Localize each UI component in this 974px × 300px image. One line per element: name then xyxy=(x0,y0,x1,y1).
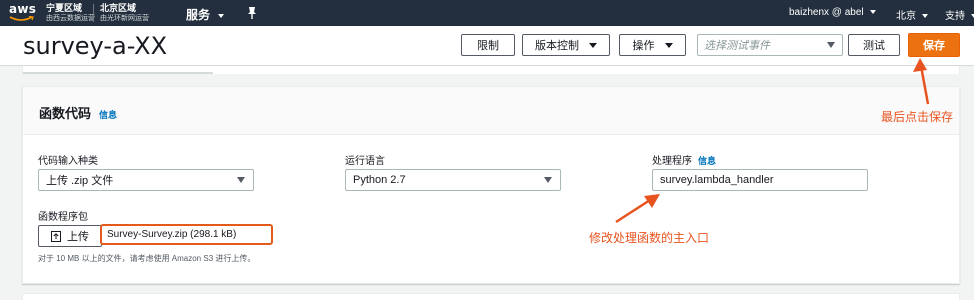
handler-info-link[interactable]: 信息 xyxy=(698,156,716,166)
chevron-down-icon xyxy=(589,42,597,48)
region-ningxia-operator: 由西云数据运营 xyxy=(46,15,95,22)
function-code-title: 函数代码 信息 xyxy=(39,103,117,122)
actions-label: 操作 xyxy=(632,40,655,52)
chevron-down-icon xyxy=(922,14,928,19)
function-code-info-link[interactable]: 信息 xyxy=(99,110,117,120)
chevron-down-icon xyxy=(237,177,245,183)
user-label: baizhenx @ abel xyxy=(789,7,864,18)
next-panel xyxy=(22,293,960,300)
runtime-label: 运行语言 xyxy=(345,156,385,167)
save-annotation: 最后点击保存 xyxy=(881,110,954,124)
function-code-title-text: 函数代码 xyxy=(39,106,92,121)
chevron-down-icon xyxy=(218,13,225,18)
aws-logo[interactable]: aws xyxy=(9,3,39,23)
handler-value: survey.lambda_handler xyxy=(660,174,774,186)
code-entry-select[interactable]: 上传 .zip 文件 xyxy=(38,169,254,191)
services-label: 服务 xyxy=(186,8,211,22)
designer-panel-bottom xyxy=(22,66,960,74)
actions-button[interactable]: 操作 xyxy=(619,34,686,56)
handler-input[interactable]: survey.lambda_handler xyxy=(652,169,868,191)
upload-icon xyxy=(51,230,61,242)
version-control-label: 版本控制 xyxy=(535,40,579,52)
region-ningxia-name: 宁夏区域 xyxy=(46,3,83,13)
services-menu[interactable]: 服务 xyxy=(186,6,225,23)
region-beijing-operator: 由光环新网运营 xyxy=(100,15,149,22)
save-button[interactable]: 保存 xyxy=(908,33,960,57)
runtime-select[interactable]: Python 2.7 xyxy=(345,169,561,191)
aws-smile-icon xyxy=(9,16,34,21)
chevron-down-icon xyxy=(827,42,835,48)
upload-size-hint: 对于 10 MB 以上的文件，请考虑使用 Amazon S3 进行上传。 xyxy=(38,254,256,263)
region-menu[interactable]: 北京 xyxy=(896,7,928,22)
page-title: survey-a-XX xyxy=(23,32,168,60)
region-label: 北京 xyxy=(896,11,916,22)
throttle-label: 限制 xyxy=(477,40,499,52)
handler-label: 处理程序 信息 xyxy=(652,152,716,167)
region-ningxia[interactable]: 宁夏区域 由西云数据运营 xyxy=(46,3,95,23)
aws-logo-text: aws xyxy=(9,2,37,16)
pin-icon[interactable] xyxy=(246,6,258,20)
support-label: 支持 xyxy=(945,11,965,22)
upload-label: 上传 xyxy=(67,231,89,243)
chevron-down-icon xyxy=(544,177,552,183)
top-nav: aws 宁夏区域 由西云数据运营 北京区域 由光环新网运营 服务 baizhen… xyxy=(0,0,974,26)
code-entry-label: 代码输入种类 xyxy=(38,156,98,167)
test-event-placeholder: 选择测试事件 xyxy=(704,40,770,52)
region-beijing-name: 北京区域 xyxy=(100,3,137,13)
upload-button[interactable]: 上传 xyxy=(38,225,102,247)
handler-annotation: 修改处理函数的主入口 xyxy=(589,231,710,245)
handler-label-text: 处理程序 xyxy=(652,156,692,167)
chevron-down-icon xyxy=(664,42,673,48)
function-code-panel-header: 函数代码 信息 xyxy=(23,87,959,135)
support-menu[interactable]: 支持 xyxy=(945,7,974,22)
test-event-select[interactable]: 选择测试事件 xyxy=(697,34,843,56)
test-label: 测试 xyxy=(863,40,885,52)
version-control-button[interactable]: 版本控制 xyxy=(522,34,610,56)
throttle-button[interactable]: 限制 xyxy=(461,34,515,56)
uploaded-file-name: Survey-Survey.zip (298.1 kB) xyxy=(100,224,273,245)
user-menu[interactable]: baizhenx @ abel xyxy=(789,7,876,18)
nav-divider xyxy=(93,4,94,22)
runtime-value: Python 2.7 xyxy=(353,174,406,186)
chevron-down-icon xyxy=(869,10,876,15)
panel-divider xyxy=(23,72,213,74)
region-beijing[interactable]: 北京区域 由光环新网运营 xyxy=(100,3,149,23)
package-label: 函数程序包 xyxy=(38,212,88,223)
save-label: 保存 xyxy=(923,40,945,52)
code-entry-value: 上传 .zip 文件 xyxy=(46,175,114,187)
test-button[interactable]: 测试 xyxy=(848,34,900,56)
